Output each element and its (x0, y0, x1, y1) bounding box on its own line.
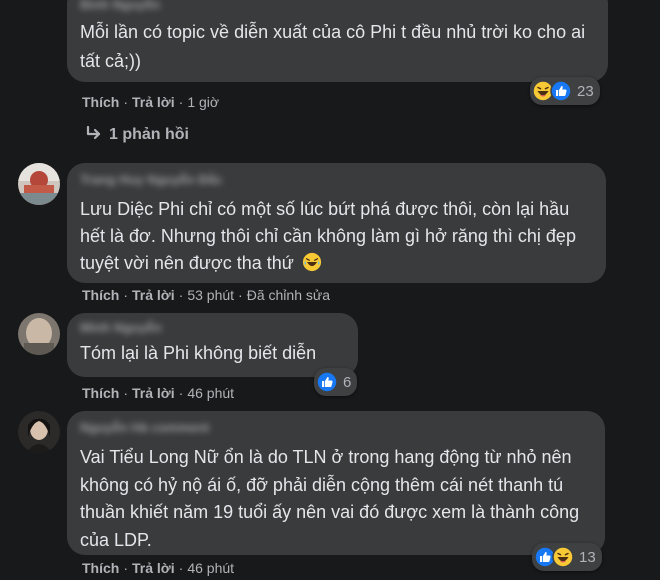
reply-button[interactable]: Trả lời (132, 287, 175, 303)
like-button[interactable]: Thích (82, 287, 119, 303)
comment-bubble: Minh Nguyễn Tóm lại là Phi không biết di… (67, 313, 358, 377)
haha-icon (552, 546, 574, 568)
edited-label[interactable]: Đã chỉnh sửa (247, 287, 330, 303)
like-icon (550, 80, 572, 102)
separator-dot: · (178, 287, 184, 303)
comment-time[interactable]: 46 phút (187, 385, 234, 401)
separator-dot: · (123, 560, 129, 576)
comment-bubble: Trang Huy Nguyễn Đắc Lưu Diệc Phi chỉ có… (67, 163, 606, 283)
comment-author[interactable]: Bình Nguyễn (80, 0, 595, 14)
reaction-count: 6 (343, 373, 352, 391)
separator-dot: · (178, 560, 184, 576)
like-icon (316, 371, 338, 393)
separator-dot: · (123, 94, 129, 110)
separator-dot: · (178, 94, 184, 110)
comment-author[interactable]: Minh Nguyễn (80, 319, 345, 337)
comment-text: Vai Tiểu Long Nữ ổn là do TLN ở trong ha… (80, 447, 580, 550)
comment-actions: Thích · Trả lời · 46 phút (82, 385, 234, 401)
avatar-image (18, 313, 60, 355)
comment-time[interactable]: 46 phút (187, 560, 234, 576)
comment-author[interactable]: Nguyễn Hà comment (80, 419, 592, 437)
reaction-summary[interactable]: 13 (532, 543, 602, 571)
view-replies-link[interactable]: 1 phản hồi (85, 125, 189, 144)
comment-text-content: Lưu Diệc Phi chỉ có một số lúc bứt phá đ… (80, 199, 576, 273)
replies-count-label: 1 phản hồi (109, 126, 189, 143)
avatar[interactable] (18, 411, 60, 453)
comment-bubble: Bình Nguyễn Mỗi lần có topic về diễn xuấ… (67, 0, 608, 82)
comment-actions: Thích · Trả lời · 53 phút · Đã chỉnh sửa (82, 287, 330, 303)
reaction-summary[interactable]: 6 (314, 368, 358, 396)
reaction-summary[interactable]: 23 (530, 77, 600, 105)
reaction-count: 13 (579, 548, 596, 566)
comment-text: Lưu Diệc Phi chỉ có một số lúc bứt phá đ… (80, 196, 592, 277)
comment-actions: Thích · Trả lời · 46 phút (82, 560, 234, 576)
separator-dot: · (123, 287, 129, 303)
like-button[interactable]: Thích (82, 560, 119, 576)
comment-time[interactable]: 53 phút (187, 287, 234, 303)
haha-emoji-icon (302, 252, 321, 272)
comment-text: Tóm lại là Phi không biết diễn (80, 343, 317, 363)
separator-dot: · (238, 287, 243, 303)
like-button[interactable]: Thích (82, 94, 119, 110)
reply-button[interactable]: Trả lời (132, 385, 175, 401)
reply-arrow-icon (86, 125, 101, 140)
separator-dot: · (178, 385, 184, 401)
avatar-image (18, 411, 60, 453)
comment-actions: Thích · Trả lời · 1 giờ (82, 94, 219, 110)
comment-bubble: Nguyễn Hà comment Vai Tiểu Long Nữ ổn là… (67, 411, 605, 555)
comment-author[interactable]: Trang Huy Nguyễn Đắc (80, 171, 593, 189)
comment-time[interactable]: 1 giờ (187, 94, 219, 110)
reaction-count: 23 (577, 82, 594, 100)
separator-dot: · (123, 385, 129, 401)
like-button[interactable]: Thích (82, 385, 119, 401)
comment-text: Mỗi lần có topic về diễn xuất của cô Phi… (80, 22, 586, 71)
reply-button[interactable]: Trả lời (132, 560, 175, 576)
avatar[interactable] (18, 163, 60, 205)
avatar[interactable] (18, 313, 60, 355)
avatar-image (18, 163, 60, 205)
reply-button[interactable]: Trả lời (132, 94, 175, 110)
